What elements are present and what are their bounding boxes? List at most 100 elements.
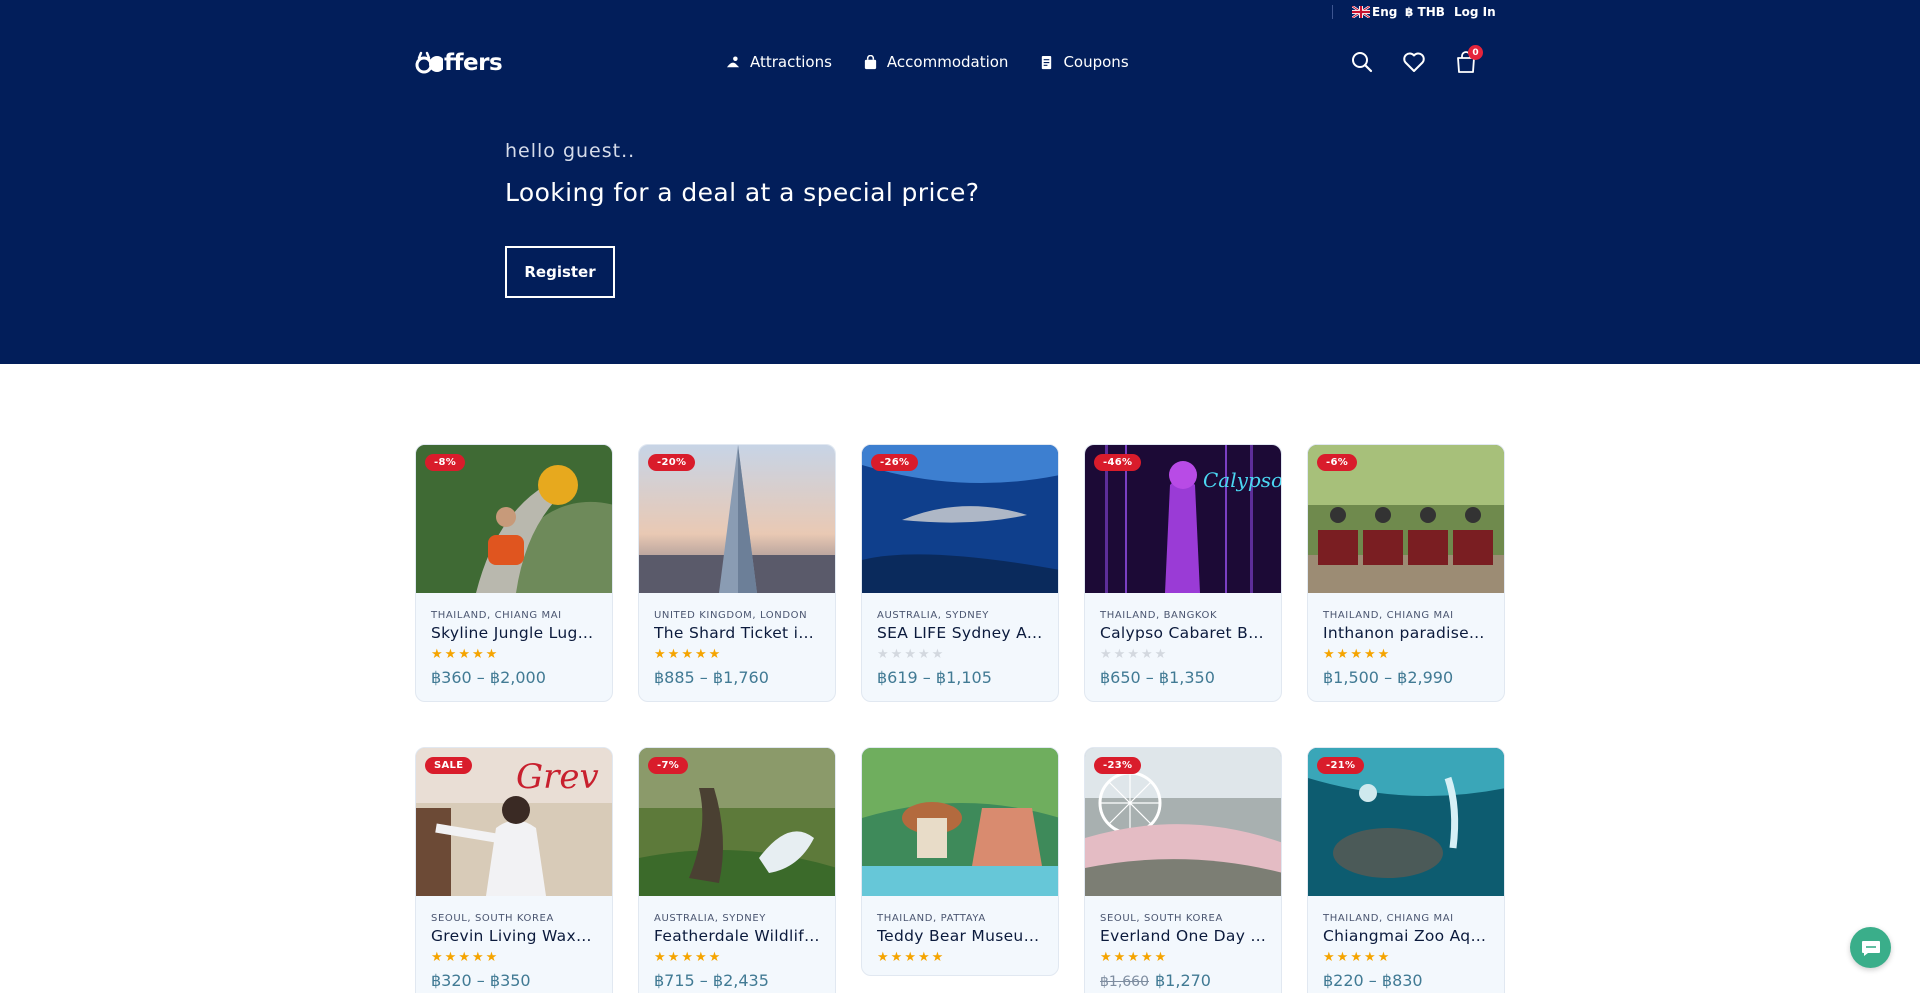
site-logo[interactable]: ffers [415,50,503,76]
product-price: ฿650 – ฿1,350 [1100,668,1266,687]
hero-banner: Eng ฿ THB Log In ffers Attractions Accom… [0,0,1920,364]
product-card[interactable]: -20% UNITED KINGDOM, LONDON The Shard Ti… [638,444,836,702]
price-value: ฿320 – ฿350 [431,971,531,990]
star-icon: ★ [681,647,693,662]
register-button[interactable]: Register [505,246,615,298]
language-switcher[interactable]: Eng [1352,5,1397,19]
product-location: SEOUL, SOUTH KOREA [431,913,554,924]
star-icon: ★ [708,647,721,662]
discount-badge: -26% [871,454,919,471]
nav-coupons[interactable]: Coupons [1039,53,1129,71]
product-card[interactable]: -21% THAILAND, CHIANG MAI Chiangmai Zoo … [1307,747,1505,993]
star-icon: ★ [471,950,484,965]
rating-stars: ★ ★ ★ ★ ★ [1100,951,1266,965]
star-icon: ★ [931,950,944,965]
product-card[interactable]: Calypso -46% THAILAND, BANGKOK Calypso C… [1084,444,1282,702]
product-card[interactable]: -8% THAILAND, CHIANG MAI Skyline Jungle … [415,444,613,702]
product-card[interactable]: THAILAND, PATTAYA Teddy Bear Museum… ★ ★ ★… [861,747,1059,976]
discount-badge: -21% [1317,757,1365,774]
brand-name: ffers [444,50,503,76]
product-image: -26% [862,445,1058,593]
coupon-icon [1042,55,1052,69]
star-icon: ★ [1336,647,1349,662]
star-icon: ★ [1323,950,1335,965]
search-button[interactable] [1350,50,1374,74]
star-icon: ★ [1350,647,1362,662]
product-image: -23% [1085,748,1281,896]
star-icon: ★ [681,950,693,965]
wishlist-button[interactable] [1402,50,1426,74]
bag-icon [864,54,877,69]
star-icon: ★ [708,950,721,965]
logo-mark-icon [415,51,443,74]
product-card[interactable]: Grev SALE SEOUL, SOUTH KOREA Grevin Livi… [415,747,613,993]
price-value: ฿1,270 [1155,971,1211,990]
star-icon: ★ [654,647,666,662]
star-icon: ★ [1336,950,1349,965]
product-location: AUSTRALIA, SYDNEY [654,913,766,924]
star-icon: ★ [904,950,916,965]
price-value: ฿1,500 – ฿2,990 [1323,668,1454,687]
chat-button[interactable] [1850,927,1891,968]
login-link[interactable]: Log In [1454,5,1496,19]
heart-icon [1403,52,1425,72]
discount-badge: -8% [425,454,466,471]
star-icon: ★ [1100,647,1112,662]
star-icon: ★ [458,950,470,965]
star-icon: ★ [1350,950,1362,965]
price-value: ฿885 – ฿1,760 [654,668,769,687]
star-icon: ★ [1377,950,1390,965]
product-location: SEOUL, SOUTH KOREA [1100,913,1223,924]
product-title: Inthanon paradise A… [1323,624,1489,642]
star-icon: ★ [1363,647,1376,662]
product-title: Everland One Day P… [1100,927,1266,945]
star-icon: ★ [890,950,903,965]
currency-switcher[interactable]: ฿ THB [1405,5,1445,19]
product-title: Teddy Bear Museum… [877,927,1043,945]
star-icon: ★ [654,950,666,965]
star-icon: ★ [458,647,470,662]
product-card[interactable]: -7% AUSTRALIA, SYDNEY Featherdale Wildli… [638,747,836,993]
nav-attractions-label: Attractions [750,53,832,71]
product-location: THAILAND, BANGKOK [1100,610,1218,621]
star-icon: ★ [931,647,944,662]
cart-button[interactable]: 0 [1454,45,1483,74]
original-price: ฿1,660 [1100,974,1149,990]
product-card[interactable]: -23% SEOUL, SOUTH KOREA Everland One Day… [1084,747,1282,993]
nav-coupons-label: Coupons [1063,53,1129,71]
product-price: ฿1,660 ฿1,270 [1100,971,1266,990]
product-image: -21% [1308,748,1504,896]
product-card[interactable]: -6% THAILAND, CHIANG MAI Inthanon paradi… [1307,444,1505,702]
price-value: ฿715 – ฿2,435 [654,971,769,990]
rating-stars: ★ ★ ★ ★ ★ [1100,648,1266,662]
nav-attractions[interactable]: Attractions [726,53,832,71]
rating-stars: ★ ★ ★ ★ ★ [1323,648,1489,662]
topbar-divider [1332,5,1333,19]
star-icon: ★ [444,950,457,965]
product-image: -6% [1308,445,1504,593]
rating-stars: ★ ★ ★ ★ ★ [877,648,1043,662]
product-title: Calypso Cabaret Ba… [1100,624,1266,642]
price-value: ฿220 – ฿830 [1323,971,1423,990]
product-image: -20% [639,445,835,593]
star-icon: ★ [890,647,903,662]
rating-stars: ★ ★ ★ ★ ★ [654,648,820,662]
star-icon: ★ [444,647,457,662]
discount-badge: -20% [648,454,696,471]
search-icon [1352,52,1373,73]
nav-accommodation[interactable]: Accommodation [863,53,1008,71]
product-image [862,748,1058,896]
discount-badge: -23% [1094,757,1142,774]
star-icon: ★ [1127,950,1139,965]
star-icon: ★ [1140,647,1153,662]
star-icon: ★ [1323,647,1335,662]
star-icon: ★ [485,647,498,662]
rating-stars: ★ ★ ★ ★ ★ [431,648,597,662]
svg-text:Grev: Grev [516,757,599,797]
discount-badge: -46% [1094,454,1142,471]
product-card[interactable]: -26% AUSTRALIA, SYDNEY SEA LIFE Sydney A… [861,444,1059,702]
star-icon: ★ [471,647,484,662]
product-title: Chiangmai Zoo Aqu… [1323,927,1489,945]
star-icon: ★ [877,647,889,662]
product-title: The Shard Ticket in… [654,624,820,642]
